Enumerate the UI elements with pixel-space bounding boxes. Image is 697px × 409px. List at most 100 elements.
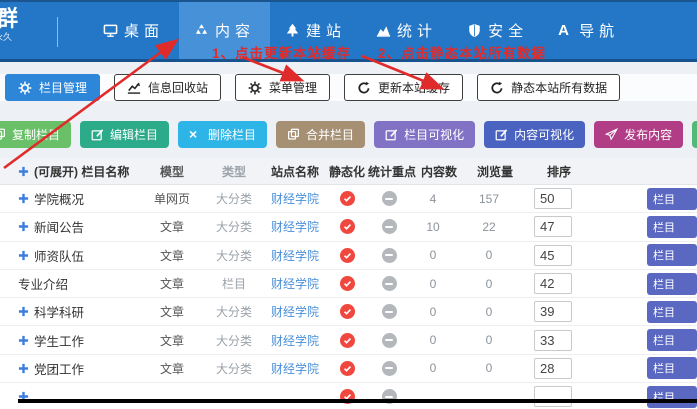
stat-focus-cell [368,219,410,234]
sort-input[interactable] [534,273,572,294]
column-name-cell[interactable]: 学生工作 [0,331,140,350]
nav-item-label: 导航 [579,20,619,41]
sort-input[interactable] [534,386,572,407]
stat-focus-cell [368,304,410,319]
static-enabled-icon[interactable] [340,361,355,376]
expand-plus-icon[interactable] [18,335,29,346]
stat-disabled-icon[interactable] [382,191,397,206]
merge-column-button[interactable]: 合并栏目 [276,121,365,148]
static-enabled-icon[interactable] [340,333,355,348]
static-enabled-icon[interactable] [340,304,355,319]
row-action-button[interactable]: 栏目 [647,357,697,379]
site-name-link[interactable]: 财经学院 [264,360,326,377]
button-label: 信息回收站 [148,79,208,96]
expand-plus-icon[interactable] [18,250,29,261]
sort-input[interactable] [534,330,572,351]
sort-input[interactable] [534,188,572,209]
button-label: 发布内容 [624,126,672,143]
expand-plus-icon[interactable] [18,193,29,204]
action-cell: 栏目 [640,386,697,408]
column-name-cell[interactable]: 新闻公告 [0,217,140,236]
site-name-link[interactable]: 财经学院 [264,332,326,349]
static-enabled-icon[interactable] [340,219,355,234]
edit-icon [385,128,398,141]
info-recycle-bin-button[interactable]: 信息回收站 [114,74,221,101]
stat-disabled-icon[interactable] [382,248,397,263]
column-name-cell[interactable]: 师资队伍 [0,246,140,265]
row-action-button[interactable]: 栏目 [647,329,697,351]
header-static: 静态化 [326,163,368,180]
a-icon: A [558,23,573,38]
button-label: 删除栏目 [208,126,256,143]
sort-input[interactable] [534,245,572,266]
gear-icon [18,81,32,95]
nav-item-navigation[interactable]: A 导航 [543,2,634,59]
site-name-link[interactable]: 财经学院 [264,247,326,264]
content-visualize-button[interactable]: 内容可视化 [484,121,585,148]
copy-column-button[interactable]: 复制栏目 [0,121,71,148]
menu-manage-button[interactable]: 菜单管理 [235,74,330,101]
static-enabled-icon[interactable] [340,191,355,206]
stat-disabled-icon[interactable] [382,304,397,319]
site-name-link[interactable]: 财经学院 [264,190,326,207]
sort-input[interactable] [534,358,572,379]
content-count-cell: 0 [410,333,456,347]
sort-input[interactable] [534,301,572,322]
static-cell [326,304,368,319]
row-action-button[interactable]: 栏目 [647,386,697,408]
edit-column-button[interactable]: 编辑栏目 [80,121,169,148]
content-count-cell: 10 [410,220,456,234]
x-icon: × [189,128,202,141]
chart-line-icon [127,81,141,95]
expand-plus-icon[interactable] [18,306,29,317]
delete-column-button[interactable]: × 删除栏目 [178,121,267,148]
column-manage-button[interactable]: 栏目管理 [5,74,100,101]
header-content-count: 内容数 [416,163,462,180]
row-action-button[interactable]: 栏目 [647,216,697,238]
view-activity-button[interactable]: 查看动态 [692,121,697,148]
column-name-cell[interactable]: 科学科研 [0,302,140,321]
site-name-link[interactable]: 财经学院 [264,218,326,235]
views-count-cell: 157 [456,192,522,206]
expand-plus-icon [18,166,29,177]
static-enabled-icon[interactable] [340,248,355,263]
column-name-cell[interactable]: 学院概况 [0,189,140,208]
row-action-button[interactable]: 栏目 [647,301,697,323]
column-name-cell[interactable]: 专业介绍 [0,274,140,293]
column-visualize-button[interactable]: 栏目可视化 [374,121,475,148]
table-row-partial: 栏目 [0,383,697,409]
static-all-data-button[interactable]: 静态本站所有数据 [477,74,620,101]
nav-item-label: 桌面 [124,20,164,41]
publish-content-button[interactable]: 发布内容 [594,121,683,148]
row-action-button[interactable]: 栏目 [647,188,697,210]
stat-disabled-icon[interactable] [382,276,397,291]
expand-plus-icon[interactable] [18,221,29,232]
stat-disabled-icon[interactable] [382,333,397,348]
expand-plus-icon[interactable] [18,363,29,374]
row-action-button[interactable]: 栏目 [647,244,697,266]
static-cell [326,219,368,234]
sort-cell [522,188,584,209]
static-enabled-icon[interactable] [340,276,355,291]
nav-item-desktop[interactable]: 桌面 [88,2,179,59]
views-count-cell: 22 [456,220,522,234]
site-name-link[interactable]: 财经学院 [264,303,326,320]
stat-focus-cell [368,333,410,348]
stat-disabled-icon[interactable] [382,219,397,234]
views-count-cell: 0 [456,248,522,262]
stat-focus-cell [368,276,410,291]
update-site-cache-button[interactable]: 更新本站缓存 [344,74,463,101]
header-stat-focus: 统计重点 [368,163,416,180]
row-action-button[interactable]: 栏目 [647,273,697,295]
stat-disabled-icon[interactable] [382,361,397,376]
site-logo[interactable]: 群 永久 [0,8,19,42]
edit-icon [91,128,104,141]
site-name-link[interactable]: 财经学院 [264,275,326,292]
stat-focus-cell [368,248,410,263]
column-name-cell[interactable]: 党团工作 [0,359,140,378]
sort-input[interactable] [534,216,572,237]
nav-item-label: 统计 [397,20,437,41]
column-name-text: 师资队伍 [34,246,84,265]
views-count-cell: 0 [456,361,522,375]
action-cell: 栏目 [640,188,697,210]
